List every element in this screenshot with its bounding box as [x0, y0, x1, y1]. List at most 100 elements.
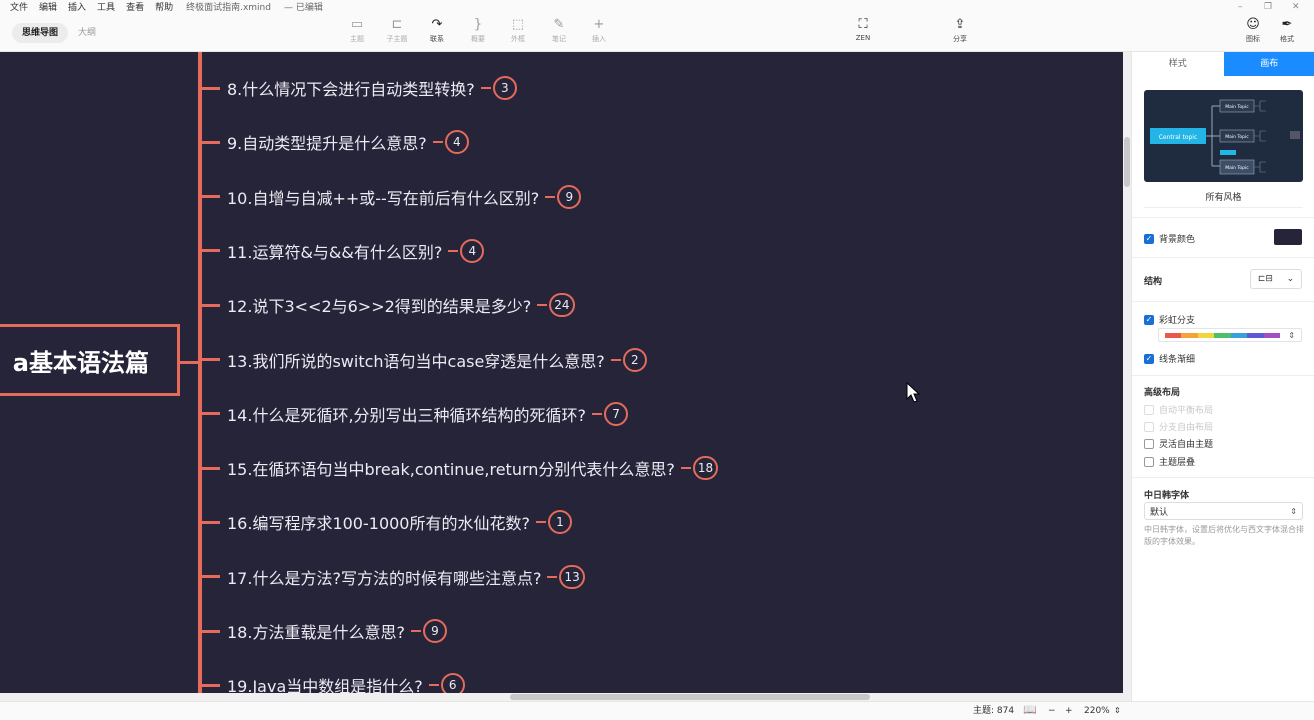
bg-color-swatch[interactable]	[1274, 229, 1302, 245]
collapsed-count-badge[interactable]: 18	[692, 456, 719, 481]
share-icon: ⇪	[954, 17, 966, 32]
vertical-scroll-thumb[interactable]	[1124, 137, 1130, 187]
topic-node[interactable]: 9.自动类型提升是什么意思? 4	[200, 127, 469, 157]
checkbox-bg-color[interactable]: ✓	[1144, 233, 1154, 244]
share-button[interactable]: ⇪ 分享	[940, 16, 980, 44]
zoom-level[interactable]: 220%	[1084, 705, 1110, 717]
vertical-scrollbar[interactable]	[1123, 52, 1131, 693]
topic-node[interactable]: 19.Java当中数组是指什么? 6	[200, 670, 465, 693]
horizontal-scroll-thumb[interactable]	[510, 694, 870, 700]
collapsed-count-badge[interactable]: 2	[622, 347, 647, 372]
taper-lines-toggle[interactable]: ✓ 线条渐细	[1144, 352, 1195, 365]
book-icon[interactable]: 📖	[1023, 704, 1037, 716]
topic-text[interactable]: 8.什么情况下会进行自动类型转换?	[227, 76, 475, 100]
collapse-connector	[448, 249, 459, 252]
chevron-down-icon: ⌄	[1286, 274, 1295, 284]
topic-node[interactable]: 11.运算符&与&&有什么区别? 4	[200, 236, 485, 266]
note-button[interactable]: ✎ 笔记	[539, 16, 579, 44]
mindmap-canvas[interactable]: a基本语法篇 8.什么情况下会进行自动类型转换? 3 9.自动类型提升是什么意思? 4…	[0, 52, 1123, 693]
menu-edit[interactable]: 编辑	[39, 1, 57, 15]
subtopic-button[interactable]: ⊏ 子主题	[377, 16, 417, 44]
topic-text[interactable]: 10.自增与自减++或--写在前后有什么区别?	[227, 185, 539, 209]
tab-outline[interactable]: 大纲	[68, 23, 106, 43]
branch-connector	[200, 86, 220, 90]
format-panel-button[interactable]: ✒ 格式	[1267, 16, 1307, 44]
topic-node[interactable]: 17.什么是方法?写方法的时候有哪些注意点? 13	[200, 562, 585, 592]
topic-text[interactable]: 16.编写程序求100-1000所有的水仙花数?	[227, 510, 530, 534]
topic-node[interactable]: 18.方法重载是什么意思? 9	[200, 616, 447, 646]
topic-node[interactable]: 12.说下3<<2与6>>2得到的结果是多少? 24	[200, 290, 575, 320]
horizontal-scrollbar[interactable]	[0, 693, 1131, 701]
tab-mindmap[interactable]: 思维导图	[12, 23, 69, 43]
flexible-topic-toggle[interactable]: 灵活自由主题	[1144, 437, 1213, 450]
branch-connector	[200, 358, 220, 361]
collapsed-count-badge[interactable]: 4	[444, 130, 469, 155]
maximize-icon[interactable]: ❐	[1264, 2, 1272, 12]
tab-canvas[interactable]: 画布	[1223, 52, 1314, 76]
menu-view[interactable]: 查看	[126, 1, 144, 15]
collapse-connector	[592, 412, 603, 415]
topic-text[interactable]: 11.运算符&与&&有什么区别?	[227, 239, 442, 263]
minimize-icon[interactable]: –	[1238, 2, 1243, 12]
svg-text:Main Topic: Main Topic	[1225, 104, 1249, 110]
menu-tools[interactable]: 工具	[97, 1, 115, 15]
top-toolbar: 文件 编辑 插入 工具 查看 帮助 终极面试指南.xmind — 已编辑 思维导…	[0, 0, 1314, 52]
checkbox-flexible-topic[interactable]	[1144, 438, 1154, 449]
chevron-updown-icon[interactable]: ⇕	[1114, 705, 1121, 717]
rainbow-branch-toggle[interactable]: ✓ 彩虹分支	[1144, 313, 1195, 326]
structure-select[interactable]: ⊏⊟ ⌄	[1250, 269, 1302, 289]
mouse-cursor-icon	[906, 382, 921, 403]
xmind-window: 文件 编辑 插入 工具 查看 帮助 终极面试指南.xmind — 已编辑 思维导…	[0, 0, 1314, 720]
boundary-button[interactable]: ⬚ 外框	[498, 16, 538, 44]
topic-node[interactable]: 15.在循环语句当中break,continue,return分别代表什么意思?…	[200, 453, 719, 483]
collapsed-count-badge[interactable]: 9	[557, 184, 582, 209]
checkbox-rainbow[interactable]: ✓	[1144, 314, 1154, 325]
collapsed-count-badge[interactable]: 4	[460, 238, 485, 263]
collapsed-count-badge[interactable]: 13	[559, 564, 585, 589]
cjk-font-select[interactable]: 默认 ⇕	[1144, 502, 1303, 520]
topic-node[interactable]: 10.自增与自减++或--写在前后有什么区别? 9	[200, 182, 582, 212]
menu-file[interactable]: 文件	[10, 1, 28, 15]
topic-overlap-toggle[interactable]: 主题层叠	[1144, 455, 1195, 468]
zen-button[interactable]: ⛶ ZEN	[843, 16, 883, 42]
topic-text[interactable]: 18.方法重载是什么意思?	[227, 619, 405, 643]
tab-style[interactable]: 样式	[1132, 52, 1224, 76]
collapsed-count-badge[interactable]: 6	[440, 673, 465, 693]
topic-text[interactable]: 19.Java当中数组是指什么?	[227, 673, 423, 693]
checkbox-taper[interactable]: ✓	[1144, 353, 1154, 364]
topic-button[interactable]: ▭ 主题	[337, 16, 377, 44]
relationship-button[interactable]: ↷ 联系	[417, 16, 457, 44]
all-styles-link[interactable]: 所有风格	[1144, 190, 1303, 208]
checkbox-topic-overlap[interactable]	[1144, 456, 1154, 467]
menu-insert[interactable]: 插入	[68, 1, 86, 15]
topic-node[interactable]: 8.什么情况下会进行自动类型转换? 3	[200, 73, 517, 103]
collapse-connector	[610, 358, 621, 361]
topic-node[interactable]: 16.编写程序求100-1000所有的水仙花数? 1	[200, 507, 572, 537]
menu-help[interactable]: 帮助	[155, 1, 173, 15]
topic-text[interactable]: 17.什么是方法?写方法的时候有哪些注意点?	[227, 565, 541, 589]
collapse-connector	[545, 195, 556, 198]
bg-color-toggle[interactable]: ✓ 背景颜色	[1144, 232, 1195, 245]
zoom-out-button[interactable]: −	[1048, 705, 1056, 717]
topic-count: 主题: 874	[973, 706, 1015, 716]
rainbow-palette-select[interactable]: ⇕	[1158, 328, 1302, 342]
summary-button[interactable]: } 概要	[458, 16, 498, 44]
collapsed-count-badge[interactable]: 9	[422, 619, 447, 643]
close-icon[interactable]: ✕	[1292, 2, 1300, 12]
collapsed-count-badge[interactable]: 1	[547, 510, 572, 535]
topic-node[interactable]: 14.什么是死循环,分别写出三种循环结构的死循环? 7	[200, 399, 629, 429]
theme-preview[interactable]: Central topic Main Topic Main Topic Main…	[1144, 90, 1303, 182]
topic-text[interactable]: 13.我们所说的switch语句当中case穿透是什么意思?	[227, 348, 605, 372]
zoom-in-button[interactable]: +	[1065, 705, 1073, 717]
topic-node[interactable]: 13.我们所说的switch语句当中case穿透是什么意思? 2	[200, 345, 647, 375]
topic-text[interactable]: 14.什么是死循环,分别写出三种循环结构的死循环?	[227, 402, 586, 426]
collapsed-count-badge[interactable]: 3	[492, 76, 517, 100]
collapse-connector	[680, 467, 691, 470]
central-topic[interactable]: a基本语法篇	[0, 324, 198, 396]
collapsed-count-badge[interactable]: 24	[549, 293, 575, 318]
topic-text[interactable]: 9.自动类型提升是什么意思?	[227, 130, 427, 154]
insert-button[interactable]: + 插入	[579, 16, 619, 44]
collapsed-count-badge[interactable]: 7	[604, 401, 629, 426]
topic-text[interactable]: 12.说下3<<2与6>>2得到的结果是多少?	[227, 293, 531, 317]
topic-text[interactable]: 15.在循环语句当中break,continue,return分别代表什么意思?	[227, 456, 675, 480]
